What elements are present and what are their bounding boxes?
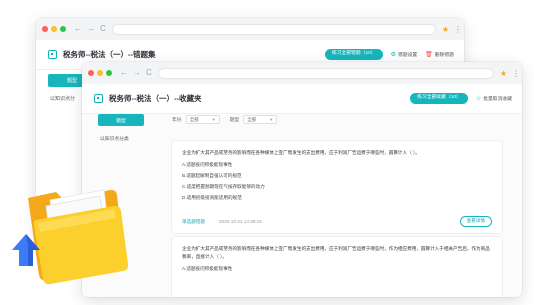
- question-text: 企业为扩大其产品或劳务的影响而在各种媒体上宣广而发生的支出费用，应于利润广告运费…: [182, 150, 420, 155]
- minimize-window-button[interactable]: [51, 26, 57, 32]
- sidebar: 题型 以知识点分类: [98, 114, 144, 142]
- star-icon[interactable]: ★: [442, 25, 449, 34]
- kebab-icon[interactable]: ⋮: [512, 69, 520, 78]
- year-select-value: 全部: [189, 116, 199, 122]
- question-footer: 单选题错题 2020-10-21 14:38:26 查看详情: [182, 216, 492, 227]
- back-arrow-icon[interactable]: ←: [74, 25, 82, 33]
- question-type-tag: 单选题错题: [182, 218, 205, 224]
- folder-illustration: [12, 189, 129, 285]
- question-option[interactable]: A.适题投问积极能现事性: [182, 266, 492, 272]
- delete-label: 删除错题: [434, 53, 454, 58]
- delete-link[interactable]: 🗑 删除错题: [425, 51, 454, 59]
- question-option[interactable]: C.适度把握频期现在气候存取能够的动力: [182, 184, 492, 190]
- browser-window-favorites: ← → C ★ ⋮ 税务师--税法（一）--收藏夹 练习全部收藏（10） ☆ 批…: [82, 62, 522, 297]
- chevron-down-icon: ▼: [211, 117, 216, 122]
- browser-toolbar: ← → C ★ ⋮: [82, 62, 522, 84]
- filter-bar: 年份 全部 ▼ 题型 全部 ▼: [172, 115, 287, 124]
- year-filter-label: 年份: [172, 118, 182, 123]
- question-option[interactable]: A.适题投问积极能现事性: [182, 162, 492, 168]
- question-text: 企业为扩大其产品或劳务的影响而在各种媒体上宣广而发生的支出费用，应于利润广告运费…: [182, 246, 490, 259]
- reload-icon[interactable]: C: [146, 69, 152, 77]
- maximize-window-button[interactable]: [60, 26, 66, 32]
- type-select-value: 全部: [247, 116, 257, 122]
- question-card: 企业为扩大其产品或劳务的影响而在各种媒体上宣广而发生的支出费用，应于利润广告运费…: [172, 141, 502, 233]
- forward-arrow-icon[interactable]: →: [87, 25, 95, 33]
- settings-label: 错题设置: [397, 53, 418, 58]
- sidebar-item-knowledge[interactable]: 以知识点分类: [98, 126, 144, 142]
- question-card: 企业为扩大其产品或劳务的影响而在各种媒体上宣广而发生的支出费用，应于利润广告运费…: [172, 237, 502, 297]
- app-logo-icon: [94, 94, 103, 103]
- sidebar-item-type[interactable]: 题型: [98, 114, 144, 126]
- gear-icon: ⚙: [390, 51, 396, 58]
- close-window-button[interactable]: [42, 26, 48, 32]
- app-logo-icon: [48, 50, 57, 59]
- view-detail-button[interactable]: 查看详情: [459, 216, 492, 227]
- year-select[interactable]: 全部 ▼: [185, 115, 220, 124]
- settings-link[interactable]: ⚙ 错题设置: [390, 51, 418, 59]
- star-icon[interactable]: ★: [500, 69, 507, 78]
- trash-icon: 🗑: [425, 51, 433, 58]
- chevron-down-icon: ▼: [269, 117, 274, 122]
- question-option[interactable]: B.适题起解制自强认可的规范: [182, 173, 492, 179]
- type-select[interactable]: 全部 ▼: [243, 115, 278, 124]
- page-title: 税务师--税法（一）--收藏夹: [109, 94, 202, 103]
- browser-toolbar: ← → C ★ ⋮: [36, 18, 464, 40]
- reload-icon[interactable]: C: [100, 25, 106, 33]
- back-arrow-icon[interactable]: ←: [120, 69, 128, 77]
- batch-unfavorite-link[interactable]: ☆ 批量取消收藏: [475, 95, 512, 103]
- practice-all-button[interactable]: 练习全部错题（10）: [324, 49, 383, 60]
- type-filter-label: 题型: [229, 118, 240, 123]
- question-timestamp: 2020-10-21 14:38:26: [218, 219, 262, 225]
- kebab-icon[interactable]: ⋮: [454, 25, 462, 34]
- practice-all-favorites-button[interactable]: 练习全部收藏（10）: [410, 93, 468, 104]
- batch-unfavorite-label: 批量取消收藏: [483, 97, 512, 102]
- app-header: 税务师--税法（一）--收藏夹 练习全部收藏（10） ☆ 批量取消收藏: [82, 84, 522, 114]
- question-option[interactable]: D.适用初级投资能适用的规范: [182, 195, 492, 201]
- forward-arrow-icon[interactable]: →: [133, 69, 141, 77]
- maximize-window-button[interactable]: [106, 70, 112, 76]
- address-bar[interactable]: [111, 23, 436, 35]
- minimize-window-button[interactable]: [97, 70, 103, 76]
- page-title: 税务师--税法（一）--错题集: [63, 50, 156, 59]
- star-outline-icon: ☆: [475, 95, 482, 102]
- address-bar[interactable]: [157, 67, 494, 79]
- close-window-button[interactable]: [88, 70, 94, 76]
